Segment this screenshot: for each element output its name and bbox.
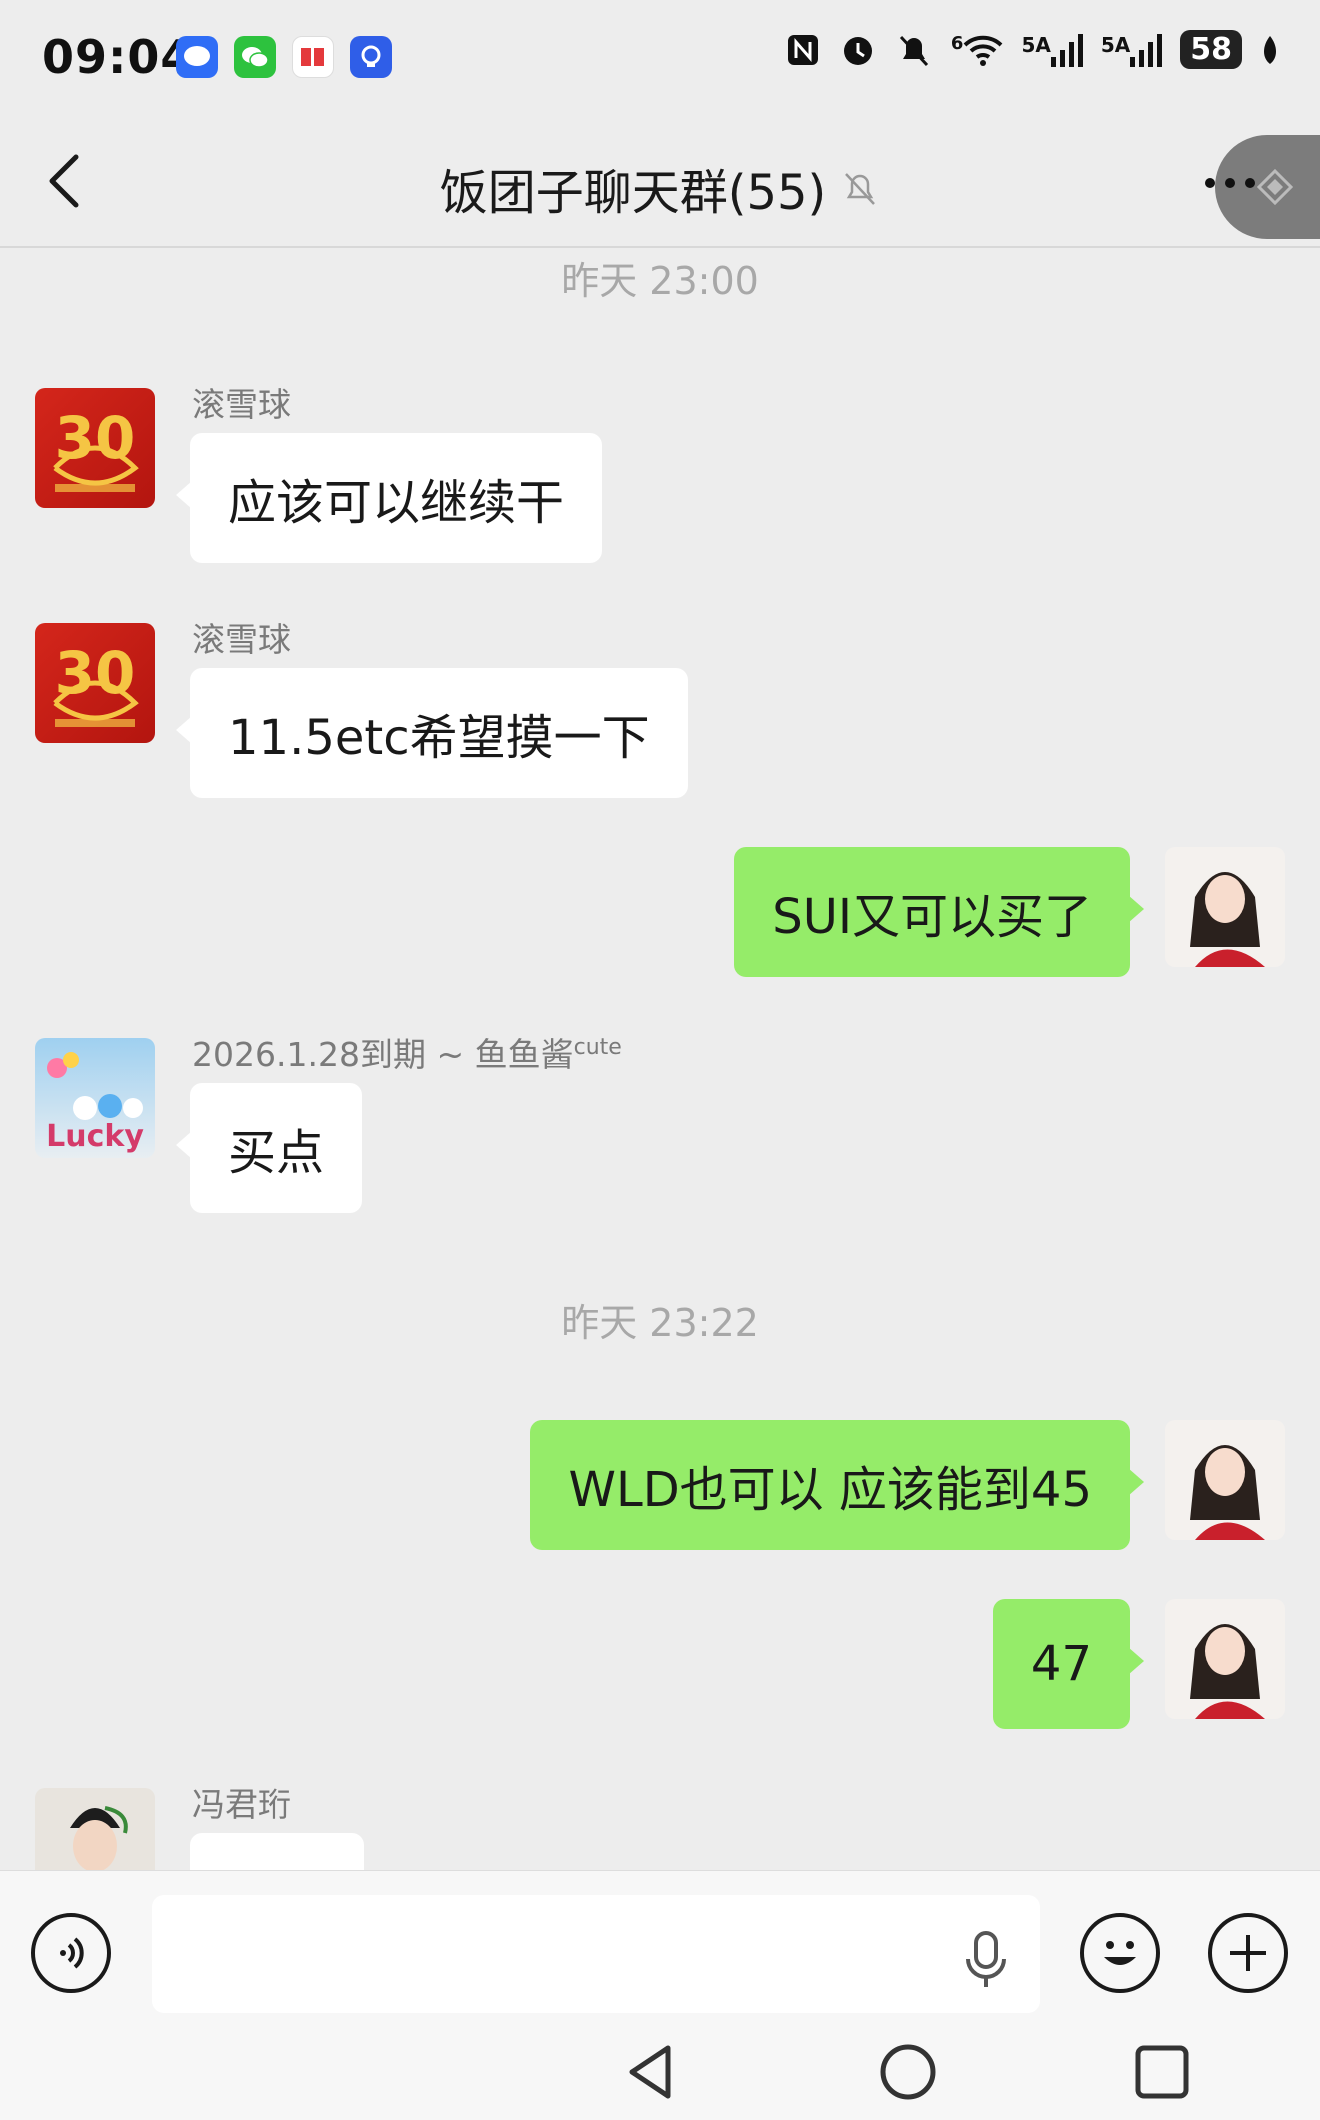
emoji-button[interactable] xyxy=(1080,1913,1160,1993)
my-avatar[interactable] xyxy=(1165,1420,1285,1540)
wifi-icon xyxy=(964,35,1003,66)
message-text: 11.5etc希望摸一下 xyxy=(228,710,650,766)
time-divider: 昨天 23:00 xyxy=(561,259,759,303)
avatar-guy-image xyxy=(70,1806,128,1870)
input-bar xyxy=(0,1870,1320,2020)
plus-icon xyxy=(1230,1935,1266,1971)
signal-1: 5A xyxy=(1021,32,1083,67)
notification-icons xyxy=(176,36,392,78)
message-bubble-incoming[interactable]: 11.5etc希望摸一下 xyxy=(176,668,688,798)
avatar[interactable]: Lucky xyxy=(35,1038,155,1158)
message-text: 买点 xyxy=(228,1125,325,1181)
sender-name-text: 2026.1.28到期 ~ 鱼鱼酱 xyxy=(192,1035,574,1074)
sender-name: 2026.1.28到期 ~ 鱼鱼酱cute xyxy=(192,1028,622,1076)
signal-bars-icon xyxy=(1130,33,1163,67)
status-indicators: 6 5A 5A 58 xyxy=(785,30,1280,69)
message-text: WLD也可以 应该能到45 xyxy=(568,1462,1092,1518)
more-options-icon[interactable] xyxy=(1202,175,1258,191)
avatar[interactable]: 30 xyxy=(35,388,155,508)
chat-title-wrap: 饭团子聊天群(55) xyxy=(440,153,881,223)
mute-bell-icon xyxy=(899,35,929,66)
sender-name: 冯君珩 xyxy=(192,1785,291,1824)
more-plus-button[interactable] xyxy=(1208,1913,1288,1993)
my-avatar[interactable] xyxy=(1165,847,1285,967)
avatar-girl-image xyxy=(1190,1445,1265,1540)
message-list[interactable]: 昨天 23:00 30 滚雪球 应该可以继续干 30 滚雪球 11.5etc希望… xyxy=(0,250,1320,1870)
avatar[interactable] xyxy=(35,1788,155,1870)
nav-home-icon[interactable] xyxy=(878,2042,938,2102)
avatar-snowball-image: 30 xyxy=(53,639,139,727)
message-bubble-incoming[interactable]: 买点 xyxy=(175,1083,363,1213)
message-text: SUI又可以买了 xyxy=(772,889,1092,945)
nav-back-icon[interactable] xyxy=(622,2042,682,2102)
voice-toggle-button[interactable] xyxy=(31,1913,111,1993)
system-nav-bar xyxy=(0,2020,1320,2120)
svg-text:30: 30 xyxy=(55,639,136,707)
wifi-gen-label: 6 xyxy=(950,32,964,54)
message-bubble-outgoing[interactable]: 47 xyxy=(992,1599,1145,1729)
muted-bell-icon xyxy=(845,173,876,205)
chat-header: 饭团子聊天群(55) xyxy=(0,115,1320,248)
wechat-app-icon xyxy=(234,36,276,78)
smiley-icon xyxy=(1104,1941,1136,1965)
message-text: 应该可以继续干 xyxy=(228,475,565,531)
message-bubble-outgoing[interactable]: SUI又可以买了 xyxy=(734,847,1144,977)
avatar-lucky-image: Lucky xyxy=(46,1052,144,1154)
sender-name-sup: cute xyxy=(573,1035,622,1060)
messages-app-icon xyxy=(176,36,218,78)
leaf-icon xyxy=(1264,35,1276,64)
signal-2: 5A xyxy=(1100,32,1163,67)
diamond-icon xyxy=(1256,168,1294,206)
microphone-icon[interactable] xyxy=(962,1929,1010,1989)
status-bar: 09:04 6 5A 5A 58 xyxy=(0,0,1320,115)
toutiao-app-icon xyxy=(292,36,334,78)
signal-bars-icon xyxy=(1050,33,1083,67)
message-bubble-incoming[interactable] xyxy=(190,1833,364,1870)
battery-badge: 58 xyxy=(1180,30,1242,69)
alarm-icon xyxy=(843,36,872,65)
time-divider: 昨天 23:22 xyxy=(561,1301,759,1345)
message-input[interactable] xyxy=(152,1895,1040,2013)
chat-title: 饭团子聊天群(55) xyxy=(439,165,827,221)
avatar-snowball-image: 30 xyxy=(53,404,139,492)
signal-1-label: 5A xyxy=(1021,32,1051,57)
my-avatar[interactable] xyxy=(1165,1599,1285,1719)
nfc-icon xyxy=(787,34,818,65)
voice-wave-icon xyxy=(60,1937,84,1969)
avatar[interactable]: 30 xyxy=(35,623,155,743)
avatar-girl-image xyxy=(1190,872,1265,967)
nav-recents-icon[interactable] xyxy=(1132,2042,1192,2102)
sender-name: 滚雪球 xyxy=(192,620,291,659)
message-text: 47 xyxy=(1030,1636,1092,1692)
signal-2-label: 5A xyxy=(1100,32,1131,57)
avatar-girl-image xyxy=(1190,1624,1265,1719)
message-bubble-outgoing[interactable]: WLD也可以 应该能到45 xyxy=(530,1420,1144,1550)
status-time: 09:04 xyxy=(42,30,194,84)
wifi-indicator: 6 xyxy=(951,33,1004,67)
svg-text:Lucky: Lucky xyxy=(46,1119,144,1154)
sender-name: 滚雪球 xyxy=(192,385,291,424)
svg-text:30: 30 xyxy=(55,404,136,472)
bulb-app-icon xyxy=(350,36,392,78)
message-bubble-incoming[interactable]: 应该可以继续干 xyxy=(175,433,603,563)
chat-title-container: 饭团子聊天群(55) xyxy=(0,153,1320,223)
